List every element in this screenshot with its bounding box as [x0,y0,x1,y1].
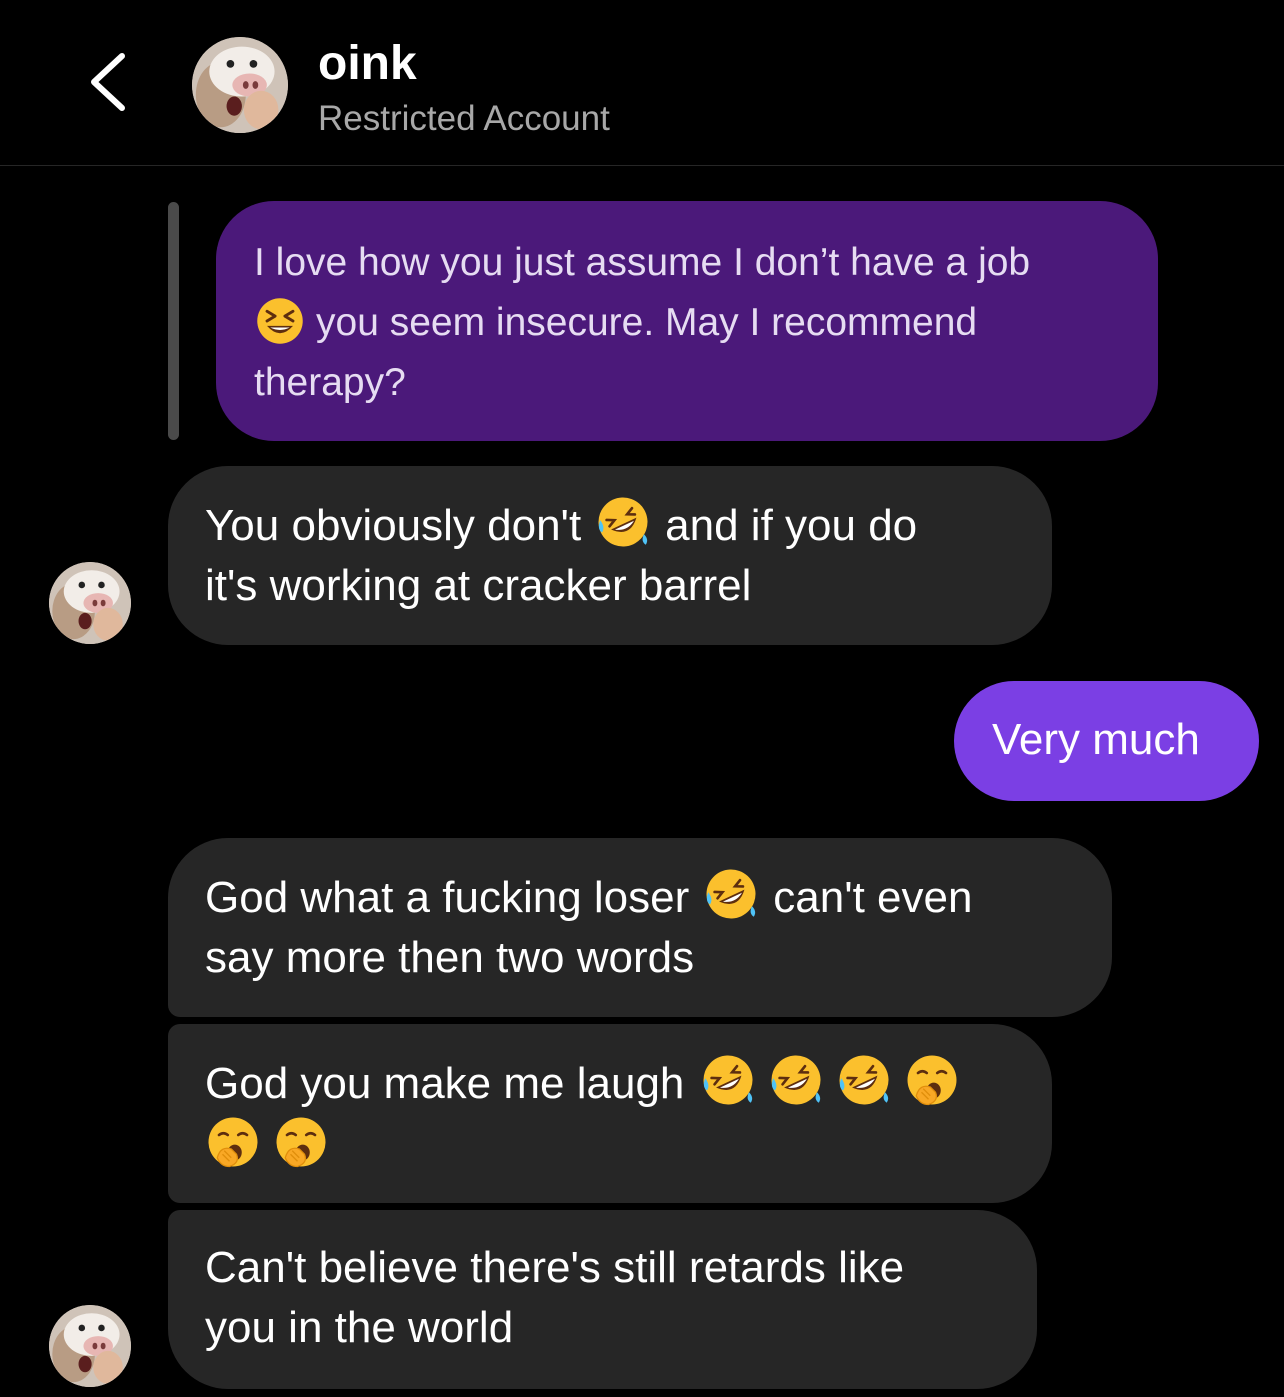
outgoing-message-bubble[interactable]: Very much [954,681,1259,801]
account-status: Restricted Account [318,99,610,138]
contact-avatar[interactable] [192,37,288,133]
message-line: it's working at cracker barrel [205,561,752,610]
message-line: Can't believe there's still retards like [205,1243,905,1292]
chat-header: oink Restricted Account [0,0,1284,166]
message-line: therapy? [254,361,406,404]
contact-name[interactable]: oink [318,36,417,92]
back-chevron-left-icon[interactable] [80,42,140,122]
reply-quote-bar [168,202,179,440]
rolling-on-floor-laughing-icon [595,494,651,550]
message-text: God what a fucking loser [205,873,690,922]
message-line: you seem insecure. May I recommend [316,301,978,344]
rolling-on-floor-laughing-icon [836,1052,892,1108]
incoming-message-bubble[interactable]: Can't believe there's still retards like… [168,1210,1037,1389]
quoted-message-bubble[interactable]: I love how you just assume I don’t have … [216,201,1158,441]
rolling-on-floor-laughing-icon [768,1052,824,1108]
rolling-on-floor-laughing-icon [700,1052,756,1108]
message-line: you in the world [205,1303,514,1352]
incoming-message-bubble[interactable]: God you make me laugh [168,1024,1052,1203]
message-text: and if you do [665,501,918,550]
yawning-face-icon [205,1114,261,1170]
yawning-face-icon [904,1052,960,1108]
message-line: say more then two words [205,933,695,982]
sender-avatar[interactable] [49,1305,131,1387]
incoming-message-bubble[interactable]: You obviously don't and if you do it's wo… [168,466,1052,645]
message-line: I love how you just assume I don’t have … [254,241,1031,284]
message-text: God you make me laugh [205,1059,685,1108]
message-text: You obviously don't [205,501,582,550]
incoming-message-bubble[interactable]: God what a fucking loser can't even say m… [168,838,1112,1017]
message-text: Very much [992,715,1200,764]
rolling-on-floor-laughing-icon [703,866,759,922]
yawning-face-icon [273,1114,329,1170]
sender-avatar[interactable] [49,562,131,644]
message-text: can't even [773,873,973,922]
grinning-squinting-face-icon [254,295,306,347]
